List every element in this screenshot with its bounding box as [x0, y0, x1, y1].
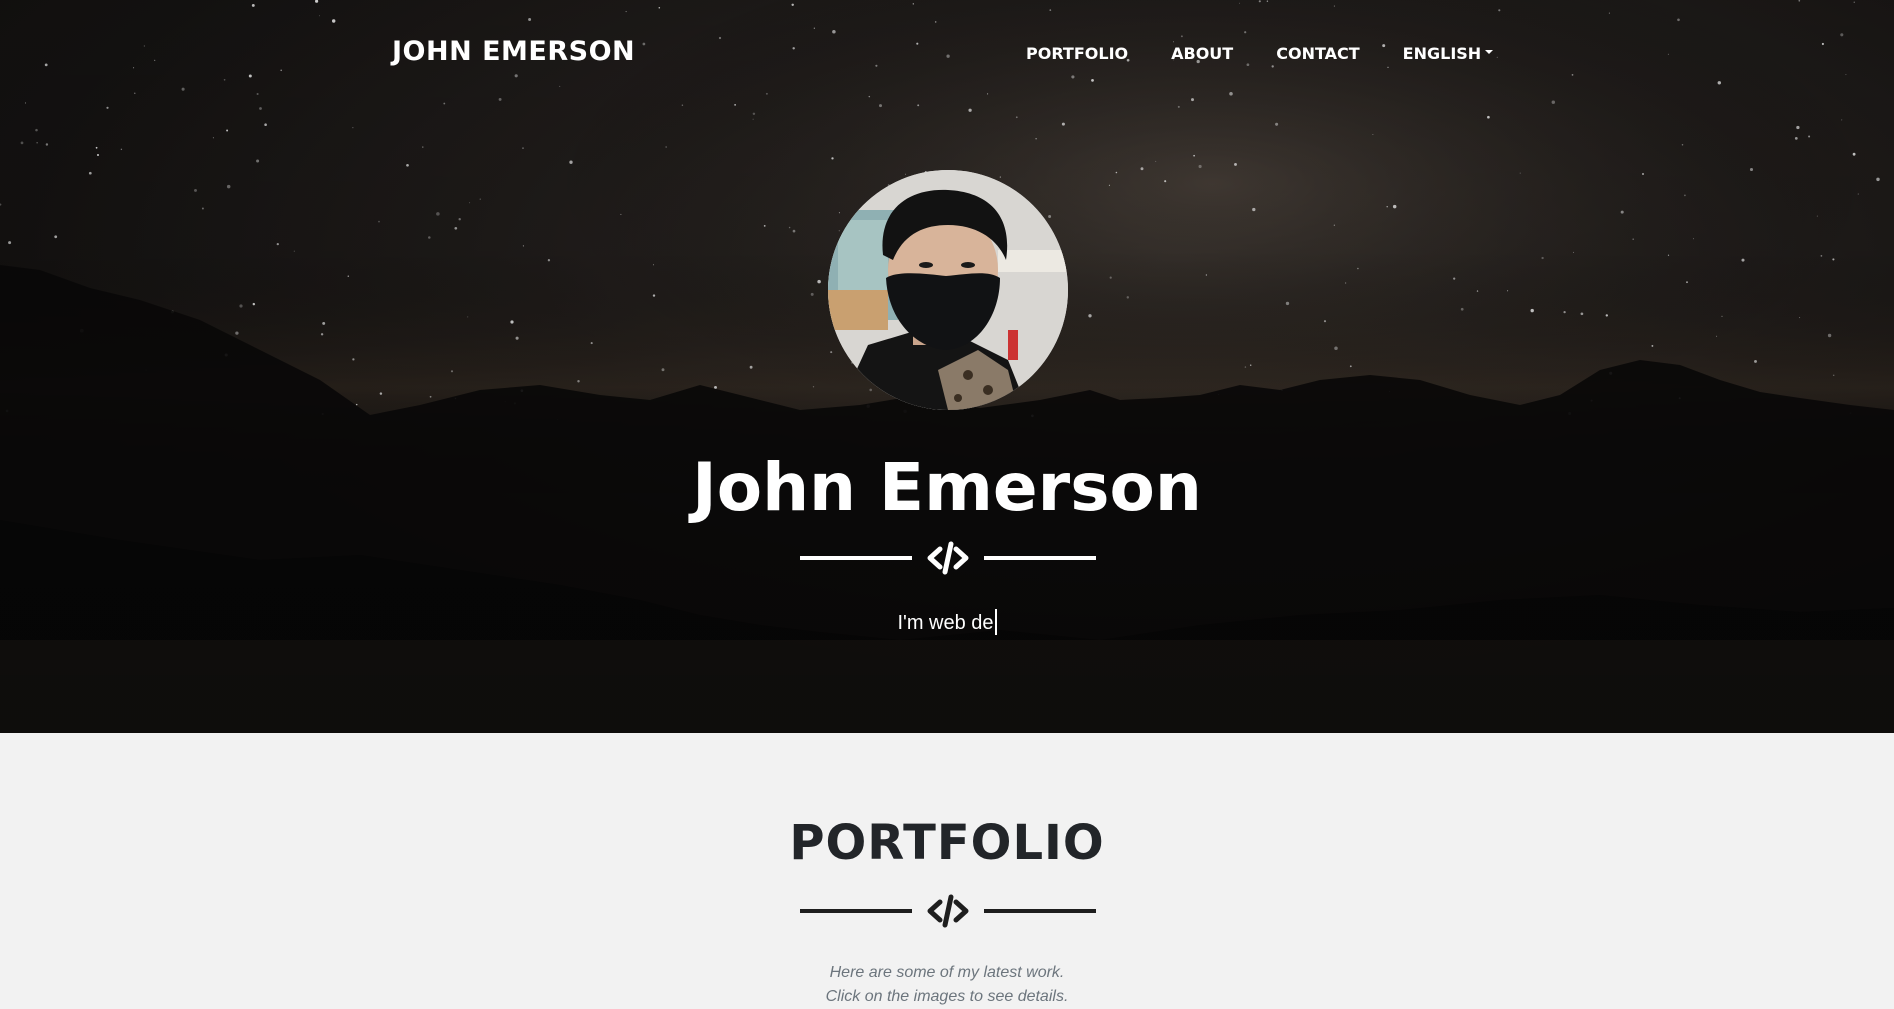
nav-link-label: PORTFOLIO	[1026, 44, 1129, 63]
divider-line	[800, 556, 912, 560]
nav-link-about[interactable]: ABOUT	[1171, 44, 1233, 63]
portfolio-section: PORTFOLIO Here are some of my latest wor…	[0, 733, 1894, 1005]
divider-line	[984, 909, 1096, 913]
nav-link-label: CONTACT	[1276, 44, 1360, 63]
divider-line	[984, 556, 1096, 560]
portfolio-intro: Here are some of my latest work. Click o…	[0, 961, 1894, 1009]
tagline-text: I'm web de	[897, 612, 994, 634]
divider-line	[800, 909, 912, 913]
nav-link-contact[interactable]: CONTACT	[1276, 44, 1359, 63]
profile-photo	[828, 170, 1068, 410]
hero-divider	[800, 538, 1096, 578]
portfolio-divider	[800, 891, 1096, 931]
caret-down-icon	[1485, 49, 1494, 54]
nav-link-label: ABOUT	[1171, 44, 1234, 63]
brand-link[interactable]: JOHN EMERSON	[392, 36, 635, 67]
intro-line: Click on the images to see details.	[825, 988, 1069, 1005]
hero-section: JOHN EMERSON PORTFOLIO ABOUT CONTACT ENG…	[0, 0, 1894, 733]
typed-tagline: I'm web de	[0, 609, 1894, 636]
language-dropdown-label: ENGLISH	[1402, 44, 1482, 63]
language-dropdown[interactable]: ENGLISH	[1403, 44, 1494, 63]
nav-links: PORTFOLIO ABOUT CONTACT ENGLISH	[1026, 44, 1494, 63]
hero-name: John Emerson	[692, 449, 1202, 526]
typing-cursor	[994, 609, 997, 635]
code-icon	[924, 891, 972, 931]
section-title: PORTFOLIO	[789, 815, 1105, 871]
avatar	[828, 170, 1068, 410]
code-icon	[924, 538, 972, 578]
nav-link-portfolio[interactable]: PORTFOLIO	[1026, 44, 1128, 63]
intro-line: Here are some of my latest work.	[829, 964, 1065, 981]
navbar: JOHN EMERSON PORTFOLIO ABOUT CONTACT ENG…	[0, 0, 1894, 108]
